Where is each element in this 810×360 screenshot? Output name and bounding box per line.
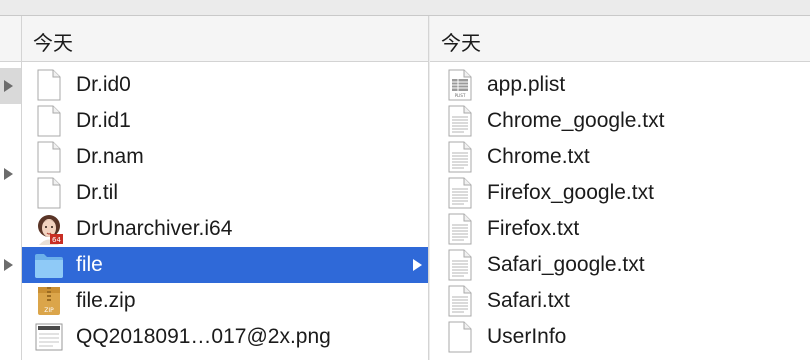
plist-file-icon (446, 69, 474, 101)
file-row-label: UserInfo (487, 325, 567, 348)
text-document-icon (446, 141, 474, 173)
middle-column-header-label: 今天 (33, 33, 73, 55)
file-row-userinfo[interactable]: UserInfo (430, 319, 810, 355)
file-row-dr-id0[interactable]: Dr.id0 (22, 67, 428, 103)
file-row-dr-til[interactable]: Dr.til (22, 175, 428, 211)
app-portrait-icon (33, 213, 65, 245)
file-row-label: Chrome.txt (487, 145, 590, 168)
file-row-label: Safari_google.txt (487, 253, 645, 276)
file-row-chrome-google-txt[interactable]: Chrome_google.txt (430, 103, 810, 139)
disclosure-arrow-icon (4, 80, 13, 92)
blank-document-icon (33, 141, 65, 173)
disclosure-arrow-icon (4, 168, 13, 180)
right-column-header[interactable]: 今天 (430, 16, 810, 62)
file-row-label: Dr.id1 (76, 109, 131, 132)
folder-row-file-selected[interactable]: file (22, 247, 428, 283)
previous-column-row[interactable] (0, 156, 21, 192)
right-column-header-label: 今天 (441, 33, 481, 55)
file-row-label: app.plist (487, 73, 566, 96)
file-row-file-zip[interactable]: file.zip (22, 283, 428, 319)
file-row-label: DrUnarchiver.i64 (76, 217, 233, 240)
file-row-chrome-txt[interactable]: Chrome.txt (430, 139, 810, 175)
file-row-dr-id1[interactable]: Dr.id1 (22, 103, 428, 139)
text-document-icon (446, 249, 474, 281)
blank-document-icon (33, 69, 65, 101)
file-row-label: Chrome_google.txt (487, 109, 665, 132)
text-document-icon (446, 177, 474, 209)
text-document-icon (446, 213, 474, 245)
previous-column-header (0, 16, 21, 62)
disclosure-arrow-icon (4, 259, 13, 271)
middle-column-header[interactable]: 今天 (22, 16, 428, 62)
previous-column-row[interactable] (0, 247, 21, 283)
file-row-label: Dr.nam (76, 145, 144, 168)
previous-column-selected-row[interactable] (0, 68, 21, 104)
file-row-label: Dr.til (76, 181, 118, 204)
file-row-firefox-google-txt[interactable]: Firefox_google.txt (430, 175, 810, 211)
blank-document-icon (33, 177, 65, 209)
file-row-safari-txt[interactable]: Safari.txt (430, 283, 810, 319)
file-row-dr-nam[interactable]: Dr.nam (22, 139, 428, 175)
disclosure-arrow-icon (413, 259, 422, 271)
file-row-label: QQ2018091…017@2x.png (76, 325, 331, 348)
file-row-label: Dr.id0 (76, 73, 131, 96)
file-row-label: Safari.txt (487, 289, 570, 312)
middle-column[interactable]: 今天 Dr.id0 Dr.id1 Dr.nam Dr.til DrUnarchi… (22, 16, 428, 360)
folder-icon (33, 249, 65, 281)
window-top-edge (0, 0, 810, 16)
previous-column[interactable] (0, 16, 21, 360)
right-column[interactable]: 今天 app.plist Chrome_google.txt Chrome.tx… (430, 16, 810, 360)
zip-archive-icon (33, 285, 65, 317)
file-row-qq-png[interactable]: QQ2018091…017@2x.png (22, 319, 428, 355)
file-row-label: Firefox_google.txt (487, 181, 654, 204)
blank-document-icon (446, 321, 474, 353)
blank-document-icon (33, 105, 65, 137)
image-file-icon (33, 321, 65, 353)
file-row-label: file.zip (76, 289, 136, 312)
text-document-icon (446, 105, 474, 137)
file-row-safari-google-txt[interactable]: Safari_google.txt (430, 247, 810, 283)
text-document-icon (446, 285, 474, 317)
file-row-drunarchiver[interactable]: DrUnarchiver.i64 (22, 211, 428, 247)
file-row-app-plist[interactable]: app.plist (430, 67, 810, 103)
file-row-label: Firefox.txt (487, 217, 580, 240)
file-row-firefox-txt[interactable]: Firefox.txt (430, 211, 810, 247)
file-row-label: file (76, 253, 103, 276)
